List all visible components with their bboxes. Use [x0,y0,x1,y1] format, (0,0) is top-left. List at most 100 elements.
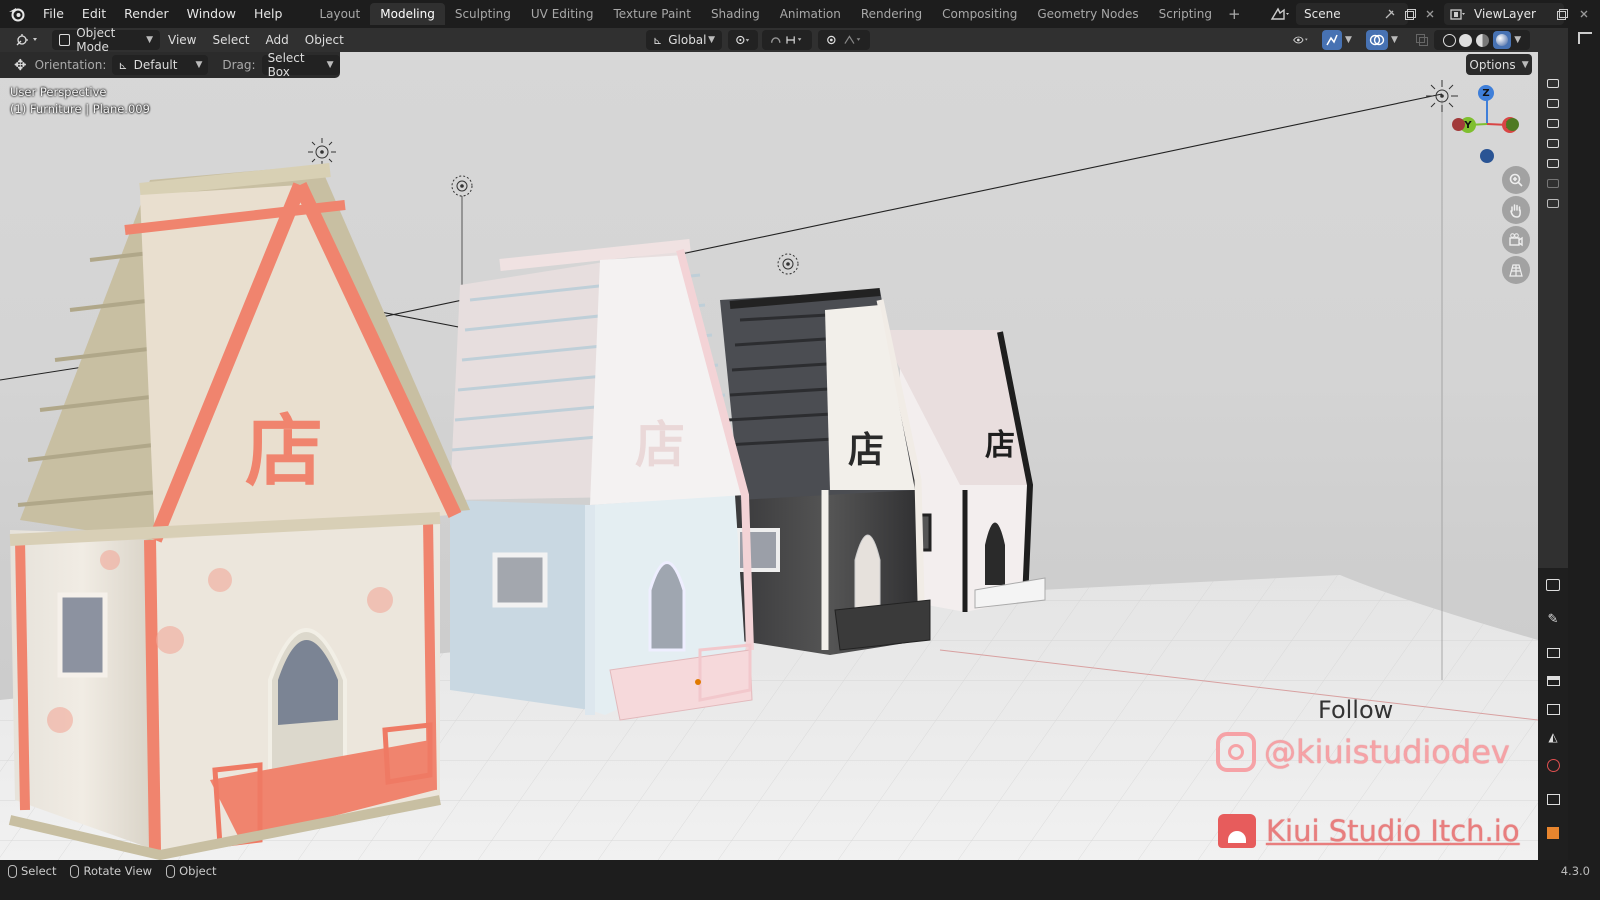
tab-rendering[interactable]: Rendering [851,3,932,25]
options-dropdown[interactable]: Options ▼ [1466,54,1532,75]
house-pastel[interactable]: 店 [450,239,754,721]
properties-tabs: ✎ ◭ [1538,568,1568,860]
add-menu[interactable]: Add [258,30,297,50]
camera-view-icon[interactable] [1502,226,1530,254]
house-sign-1: 店 [245,407,323,497]
menu-window[interactable]: Window [178,0,245,28]
new-scene-icon[interactable] [1400,4,1420,24]
itch-icon [1218,814,1256,848]
light-gizmo-3[interactable] [777,253,799,275]
snap-icon[interactable] [762,30,812,50]
object-mode-dropdown[interactable]: Object Mode ▼ [52,26,160,54]
outliner-icon[interactable] [1578,32,1592,44]
tab-compositing[interactable]: Compositing [932,3,1027,25]
menu-help[interactable]: Help [245,0,292,28]
collection-properties-icon[interactable] [1545,792,1561,806]
transform-orientation-dropdown[interactable]: ⊾ Global ▼ [646,30,722,50]
tab-geometry-nodes[interactable]: Geometry Nodes [1027,3,1148,25]
render-camera-icon[interactable] [1545,76,1561,90]
pivot-icon[interactable] [728,30,758,50]
follow-label: Follow [1318,696,1394,724]
editor-type-icon[interactable] [8,30,48,50]
render-camera-icon[interactable] [1545,156,1561,170]
chevron-down-icon[interactable]: ▼ [1514,35,1521,45]
ortho-grid-icon[interactable] [1502,256,1530,284]
view-layer-icon [1448,4,1468,24]
render-properties-icon[interactable] [1545,646,1561,660]
new-view-layer-icon[interactable] [1552,4,1572,24]
status-object: Object [166,864,217,878]
status-select-label: Select [21,864,57,878]
drag-dropdown[interactable]: Select Box ▼ [261,51,340,79]
menu-file[interactable]: File [34,0,73,28]
object-menu[interactable]: Object [297,30,352,50]
gizmo-icon[interactable] [1322,30,1342,50]
tab-layout[interactable]: Layout [309,3,370,25]
overlay-icon[interactable] [1366,30,1388,50]
chevron-down-icon: ▼ [1391,35,1398,45]
view-menu[interactable]: View [160,30,204,50]
render-camera-icon[interactable] [1545,96,1561,110]
zoom-icon[interactable] [1502,166,1530,194]
viewport-header: Object Mode ▼ View Select Add Object ⊾ G… [0,26,1568,54]
gizmo-axis-z[interactable]: Z [1478,85,1494,101]
light-gizmo-2[interactable] [451,175,473,197]
light-gizmo-1[interactable] [308,138,336,166]
itch-text[interactable]: Kiui Studio Itch.io [1266,814,1520,848]
tool-properties-icon[interactable] [1545,578,1561,592]
options-label: Options [1469,57,1516,72]
scene-icon[interactable] [1265,4,1295,24]
object-mode-label: Object Mode [76,26,116,54]
shading-rendered-icon[interactable] [1492,31,1511,49]
status-bar: Select Rotate View Object 4.3.0 [0,860,1600,882]
menu-edit[interactable]: Edit [73,0,115,28]
delete-scene-icon[interactable] [1420,4,1440,24]
scene-properties-icon[interactable]: ◭ [1545,730,1561,744]
render-camera-icon[interactable] [1545,116,1561,130]
delete-view-layer-icon[interactable] [1574,4,1594,24]
blender-logo-icon[interactable] [0,0,34,28]
output-properties-icon[interactable] [1545,674,1561,688]
view-layer-properties-icon[interactable] [1545,702,1561,716]
shading-wire-icon[interactable] [1442,33,1456,47]
tab-modeling[interactable]: Modeling [370,3,445,25]
render-camera-icon[interactable] [1545,176,1561,190]
pin-icon[interactable] [1380,4,1400,24]
gizmo-dropdown[interactable]: ▼ [1342,30,1360,50]
transform-tool-icon[interactable]: ✥ [14,56,27,74]
house-coral-front[interactable]: 店 [8,163,470,860]
shading-material-icon[interactable] [1476,33,1490,47]
itch-link: Kiui Studio Itch.io [1218,814,1520,848]
workspace-tabs: Layout Modeling Sculpting UV Editing Tex… [309,0,1246,28]
tab-uv-editing[interactable]: UV Editing [521,3,604,25]
pan-hand-icon[interactable] [1502,196,1530,224]
tab-animation[interactable]: Animation [770,3,851,25]
add-workspace-button[interactable]: + [1222,5,1247,23]
xray-icon[interactable] [1412,30,1432,50]
visibility-icon[interactable] [1286,30,1316,50]
tab-scripting[interactable]: Scripting [1149,3,1222,25]
orientation-axes-icon: ⊾ [118,58,128,72]
render-camera-icon[interactable] [1545,136,1561,150]
proportional-icon[interactable] [818,30,870,50]
mouse-middle-icon [70,864,80,878]
tab-sculpting[interactable]: Sculpting [445,3,521,25]
tab-texture-paint[interactable]: Texture Paint [604,3,701,25]
instagram-icon [1216,732,1256,772]
shading-solid-icon[interactable] [1459,33,1473,47]
render-camera-icon[interactable] [1545,196,1561,210]
orientation-dropdown[interactable]: ⊾ Default ▼ [112,55,209,75]
object-properties-icon[interactable] [1545,826,1561,840]
instagram-text[interactable]: @kiuistudiodev [1264,733,1510,771]
menu-render[interactable]: Render [115,0,178,28]
gizmo-axis-neg-z[interactable] [1480,149,1494,163]
select-menu[interactable]: Select [204,30,257,50]
tab-shading[interactable]: Shading [701,3,770,25]
world-properties-icon[interactable] [1545,758,1561,772]
gizmo-axis-neg-x[interactable] [1452,118,1465,131]
wrench-icon[interactable]: ✎ [1545,612,1561,627]
3d-viewport[interactable]: 店 店 店 店 User Perspective (1) Furniture |… [0,52,1538,860]
gizmo-axis-neg-y[interactable] [1506,118,1519,131]
house-sign-3: 店 [848,430,884,471]
overlay-dropdown[interactable]: ▼ [1388,30,1406,50]
